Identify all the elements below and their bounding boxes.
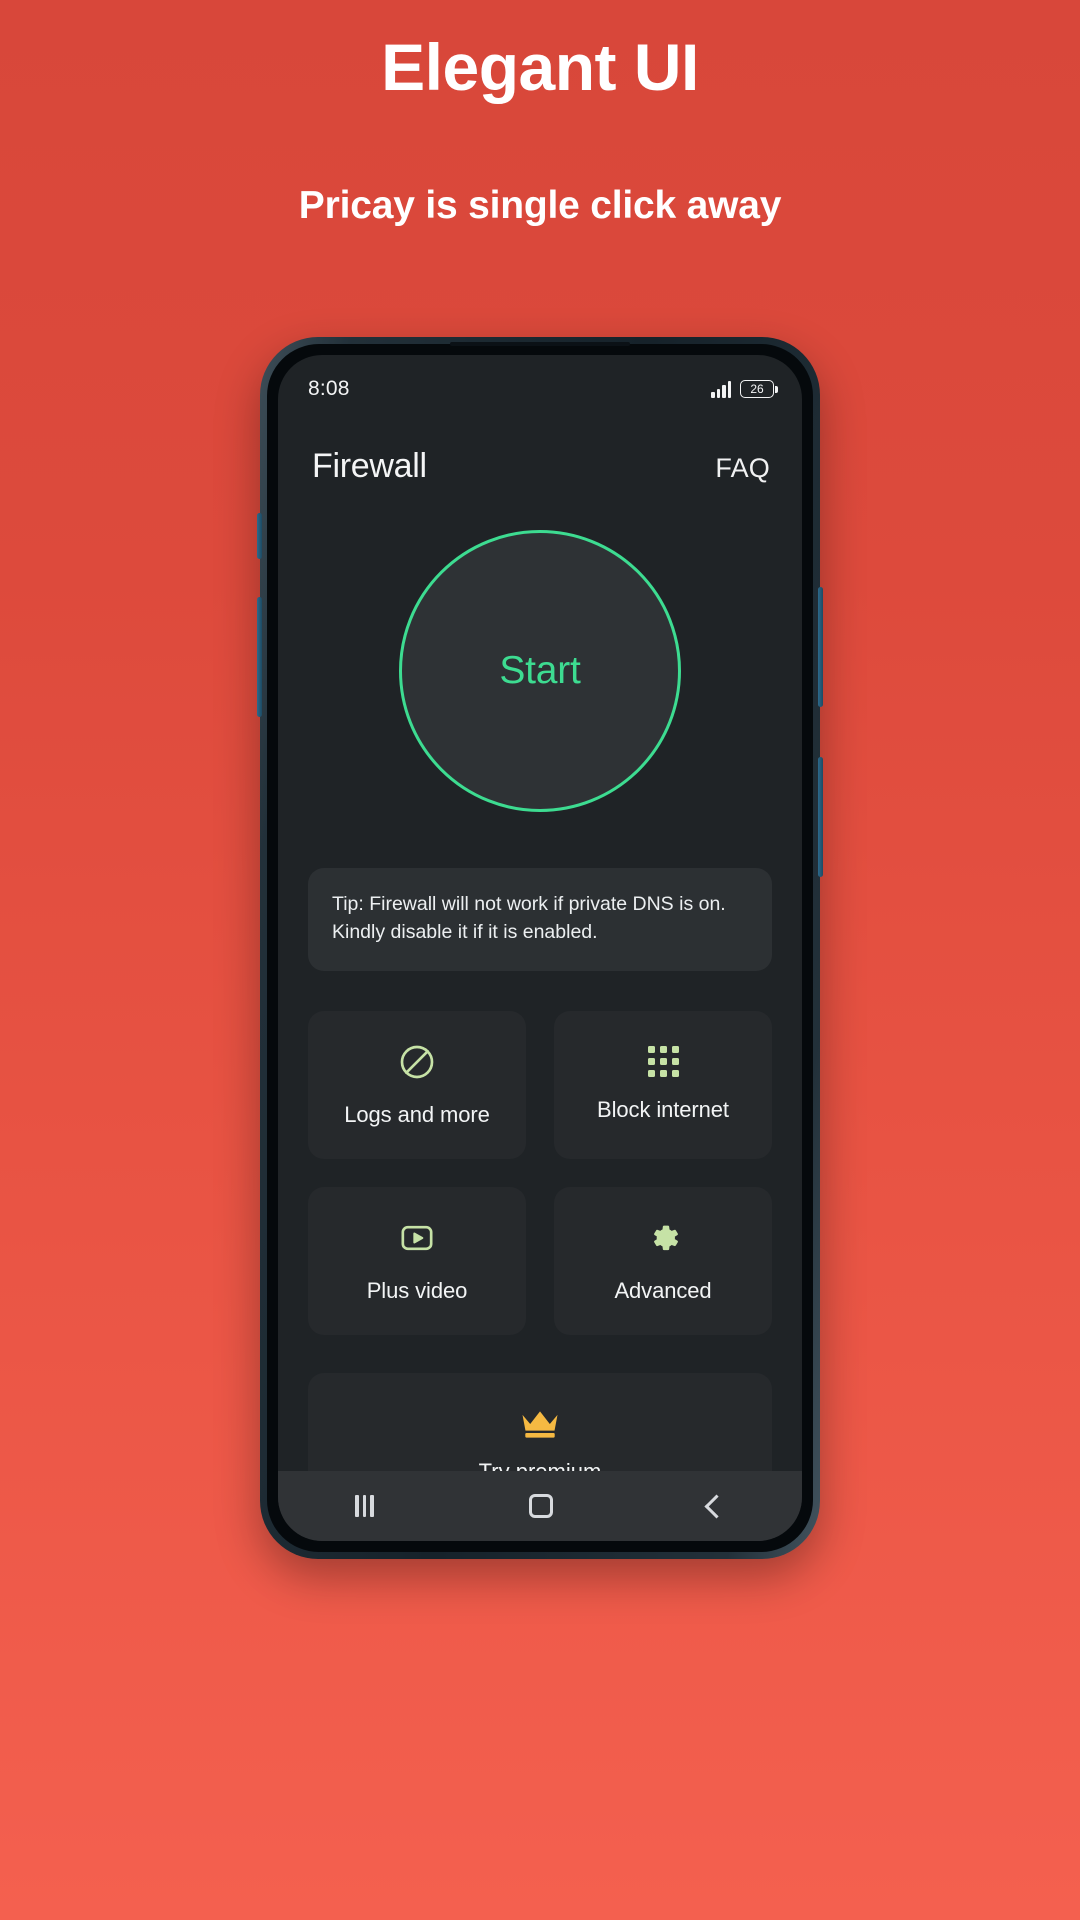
phone-speaker (450, 342, 630, 346)
status-time: 8:08 (308, 377, 350, 400)
battery-level-text: 26 (750, 382, 764, 396)
phone-side-button-left-bottom[interactable] (257, 597, 262, 717)
tile-label: Advanced (614, 1277, 712, 1303)
phone-side-button-right-top[interactable] (818, 587, 823, 707)
status-bar: 8:08 26 (278, 355, 802, 409)
back-icon[interactable] (704, 1493, 729, 1519)
crown-icon (519, 1409, 561, 1441)
phone-body: 8:08 26 Firewall FAQ Start Tip: Firewall… (257, 337, 823, 1559)
start-button-label: Start (499, 649, 581, 692)
signal-bars-icon (711, 380, 731, 398)
status-icons: 26 (711, 380, 778, 398)
grid-dots-icon (647, 1046, 679, 1078)
tip-card: Tip: Firewall will not work if private D… (308, 868, 772, 971)
battery-icon: 26 (740, 380, 778, 398)
phone-side-button-left-top[interactable] (257, 513, 262, 559)
tile-advanced[interactable]: Advanced (554, 1186, 772, 1335)
gear-icon (643, 1218, 683, 1258)
tile-plus-video[interactable]: Plus video (308, 1186, 526, 1335)
recents-icon[interactable] (355, 1495, 374, 1517)
start-button[interactable]: Start (399, 530, 681, 812)
promo-title: Elegant UI (381, 30, 699, 104)
home-icon[interactable] (528, 1494, 553, 1518)
promo-subtitle: Pricay is single click away (298, 183, 782, 227)
promo-banner: Elegant UI Pricay is single click away (0, 0, 1080, 228)
app-header: Firewall FAQ (278, 409, 802, 486)
faq-button[interactable]: FAQ (715, 453, 770, 484)
tip-text: Tip: Firewall will not work if private D… (332, 893, 726, 944)
tile-label: Logs and more (344, 1101, 490, 1127)
start-button-zone: Start (278, 530, 802, 812)
phone-side-button-right-bottom[interactable] (818, 757, 823, 877)
phone-screen: 8:08 26 Firewall FAQ Start Tip: Firewall… (278, 355, 802, 1541)
play-video-icon (397, 1218, 437, 1258)
tile-label: Block internet (597, 1097, 729, 1123)
block-circle-icon (397, 1042, 437, 1082)
tile-logs-and-more[interactable]: Logs and more (308, 1010, 526, 1159)
feature-tile-grid: Logs and more Block internet Plus video … (308, 1010, 772, 1335)
page-title: Firewall (312, 447, 427, 485)
tile-label: Plus video (366, 1277, 468, 1303)
tile-block-internet[interactable]: Block internet (554, 1010, 772, 1159)
android-navigation-bar (278, 1471, 802, 1541)
phone-mockup: 8:08 26 Firewall FAQ Start Tip: Firewall… (257, 337, 823, 1559)
